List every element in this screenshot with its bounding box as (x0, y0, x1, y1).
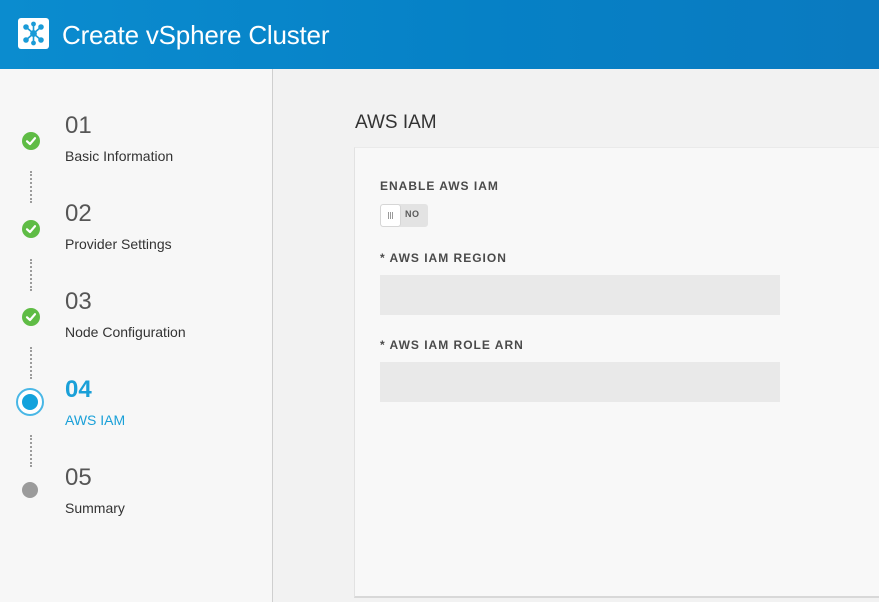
wizard-step-summary[interactable]: 05 Summary (0, 463, 272, 523)
aws-iam-form-card: ENABLE AWS IAM NO * AWS IAM REGION * AWS… (354, 147, 879, 598)
step-number: 03 (65, 288, 92, 315)
enable-aws-iam-label: ENABLE AWS IAM (380, 179, 499, 193)
step-label: Node Configuration (65, 324, 186, 340)
enable-aws-iam-toggle[interactable]: NO (380, 204, 428, 227)
step-label: Provider Settings (65, 236, 172, 252)
wizard-step-basic-information[interactable]: 01 Basic Information (0, 111, 272, 171)
aws-iam-role-arn-label: * AWS IAM ROLE ARN (380, 338, 524, 352)
step-label: AWS IAM (65, 412, 126, 428)
step-number: 04 (65, 376, 92, 403)
check-circle-icon (22, 132, 40, 150)
step-number: 01 (65, 112, 92, 139)
wizard-step-node-configuration[interactable]: 03 Node Configuration (0, 287, 272, 347)
check-circle-icon (22, 220, 40, 238)
wizard-step-aws-iam[interactable]: 04 AWS IAM (0, 375, 272, 435)
active-step-radio-icon (16, 388, 44, 416)
wizard-step-provider-settings[interactable]: 02 Provider Settings (0, 199, 272, 259)
aws-iam-region-label: * AWS IAM REGION (380, 251, 507, 265)
toggle-state-text: NO (405, 209, 420, 219)
toggle-knob (381, 205, 400, 226)
cluster-network-icon (18, 18, 49, 49)
check-circle-icon (22, 308, 40, 326)
section-title: AWS IAM (355, 112, 437, 133)
pending-step-dot-icon (22, 482, 38, 498)
app-header: Create vSphere Cluster (0, 0, 879, 69)
aws-iam-role-arn-input[interactable] (380, 362, 780, 402)
step-number: 05 (65, 464, 92, 491)
main-content: AWS IAM ENABLE AWS IAM NO * AWS IAM REGI… (273, 69, 879, 602)
aws-iam-region-input[interactable] (380, 275, 780, 315)
step-label: Summary (65, 500, 125, 516)
step-number: 02 (65, 200, 92, 227)
step-label: Basic Information (65, 148, 174, 164)
page-title: Create vSphere Cluster (62, 20, 330, 50)
wizard-steps-sidebar: 01 Basic Information 02 Provider Setting… (0, 69, 273, 602)
